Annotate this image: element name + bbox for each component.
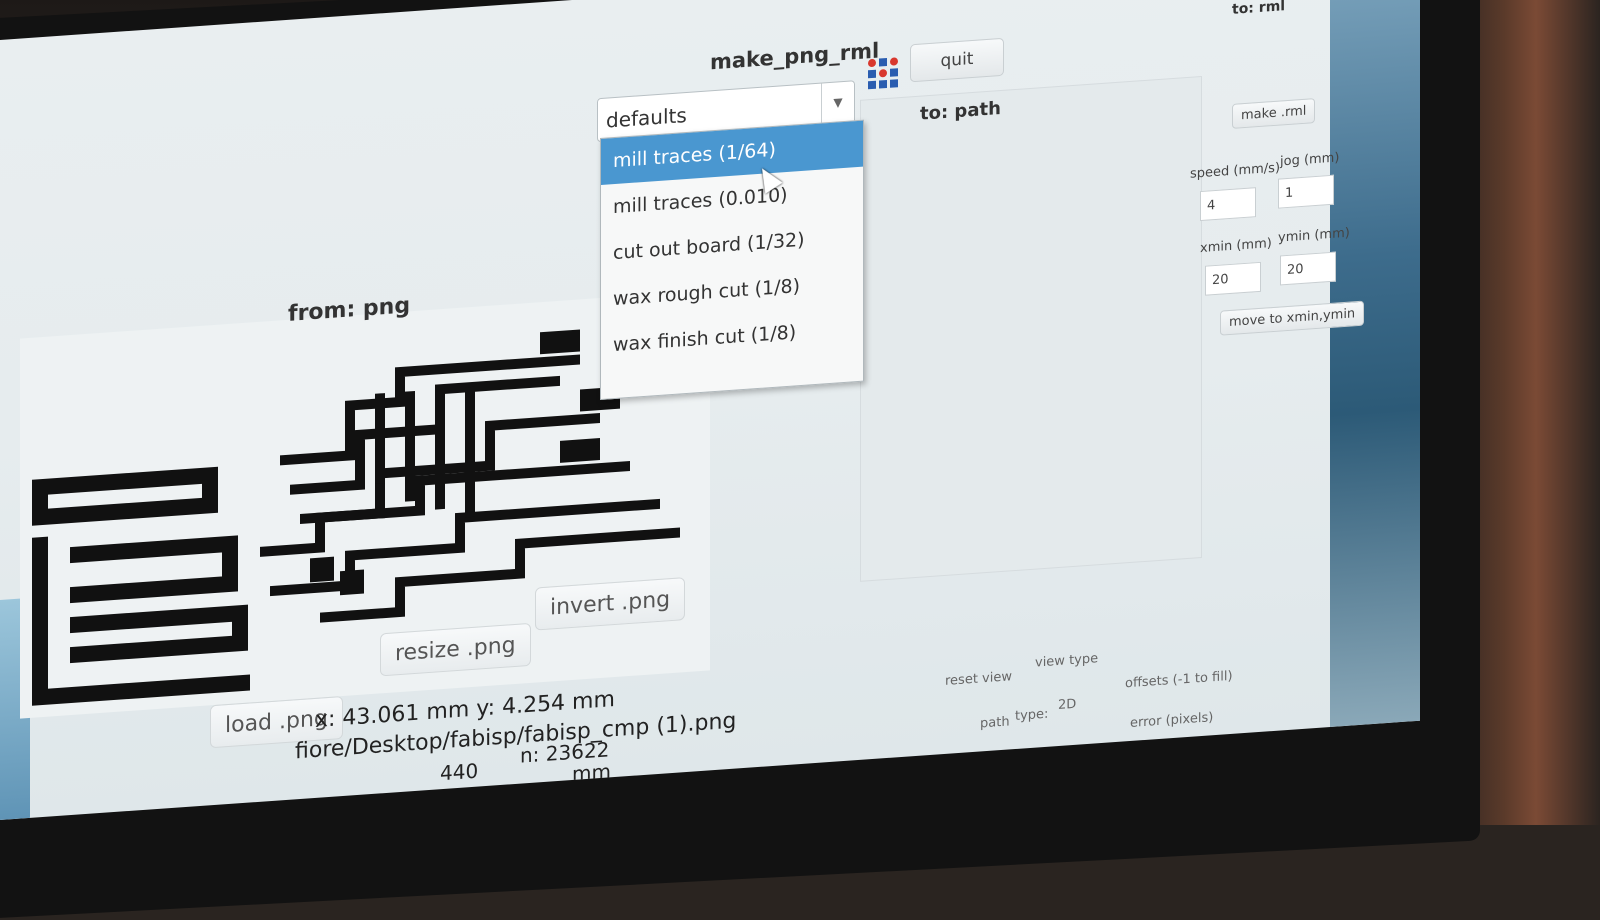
window-title: make_png_rml (710, 38, 880, 75)
path-label: path (980, 714, 1010, 732)
quit-button[interactable]: quit (910, 37, 1004, 83)
ymin-input[interactable]: 20 (1280, 251, 1336, 286)
path-preview-panel (860, 75, 1202, 582)
error-label: error (pixels) (1130, 710, 1214, 731)
app-grid-icon (868, 57, 898, 90)
jog-input[interactable]: 1 (1278, 174, 1334, 209)
offsets-label: offsets (-1 to fill) (1125, 668, 1233, 692)
make-rml-button[interactable]: make .rml (1232, 98, 1316, 129)
dpi-text: 440 (440, 758, 479, 786)
view-type-select[interactable]: view type (1035, 651, 1098, 670)
defaults-dropdown-menu: mill traces (1/64) mill traces (0.010) c… (600, 119, 864, 401)
defaults-select-value: defaults (606, 102, 687, 133)
xmin-input[interactable]: 20 (1205, 261, 1261, 296)
type-label: type: (1015, 706, 1049, 725)
screen: make_png_rml quit defaults ▼ mill traces… (0, 0, 1420, 821)
reset-view-button[interactable]: reset view (945, 669, 1012, 689)
xmin-label: xmin (mm) (1200, 236, 1272, 257)
desktop-wallpaper (1330, 0, 1420, 727)
type-select[interactable]: 2D (1058, 697, 1076, 713)
speed-label: speed (mm/s) (1190, 160, 1281, 182)
chevron-down-icon[interactable]: ▼ (821, 81, 854, 124)
to-rml-heading: to: rml (1232, 0, 1286, 18)
speed-input[interactable]: 4 (1200, 187, 1256, 222)
